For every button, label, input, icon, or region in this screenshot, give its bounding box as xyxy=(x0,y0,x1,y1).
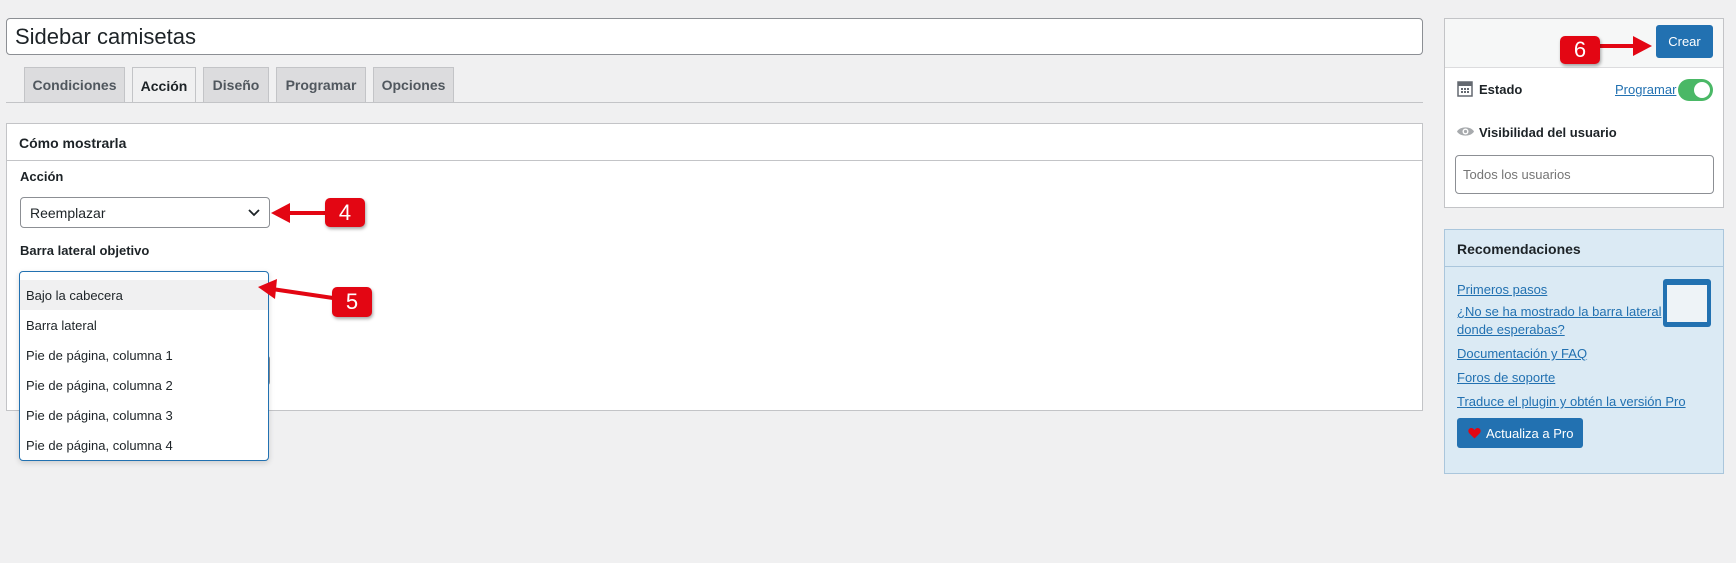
badge-number: 6 xyxy=(1573,37,1587,62)
badge-number: 4 xyxy=(338,199,352,225)
annotation-badge-4: 4 xyxy=(325,198,365,227)
arrow-4-head xyxy=(271,203,290,223)
annotation-badge-6: 6 xyxy=(1560,36,1600,64)
arrow-6-head xyxy=(1633,36,1652,56)
arrow-5 xyxy=(271,287,334,300)
badge-number: 5 xyxy=(345,289,359,314)
arrow-5-head xyxy=(258,279,277,299)
annotation-badge-5: 5 xyxy=(332,287,372,317)
annotation-arrows xyxy=(258,36,1652,300)
